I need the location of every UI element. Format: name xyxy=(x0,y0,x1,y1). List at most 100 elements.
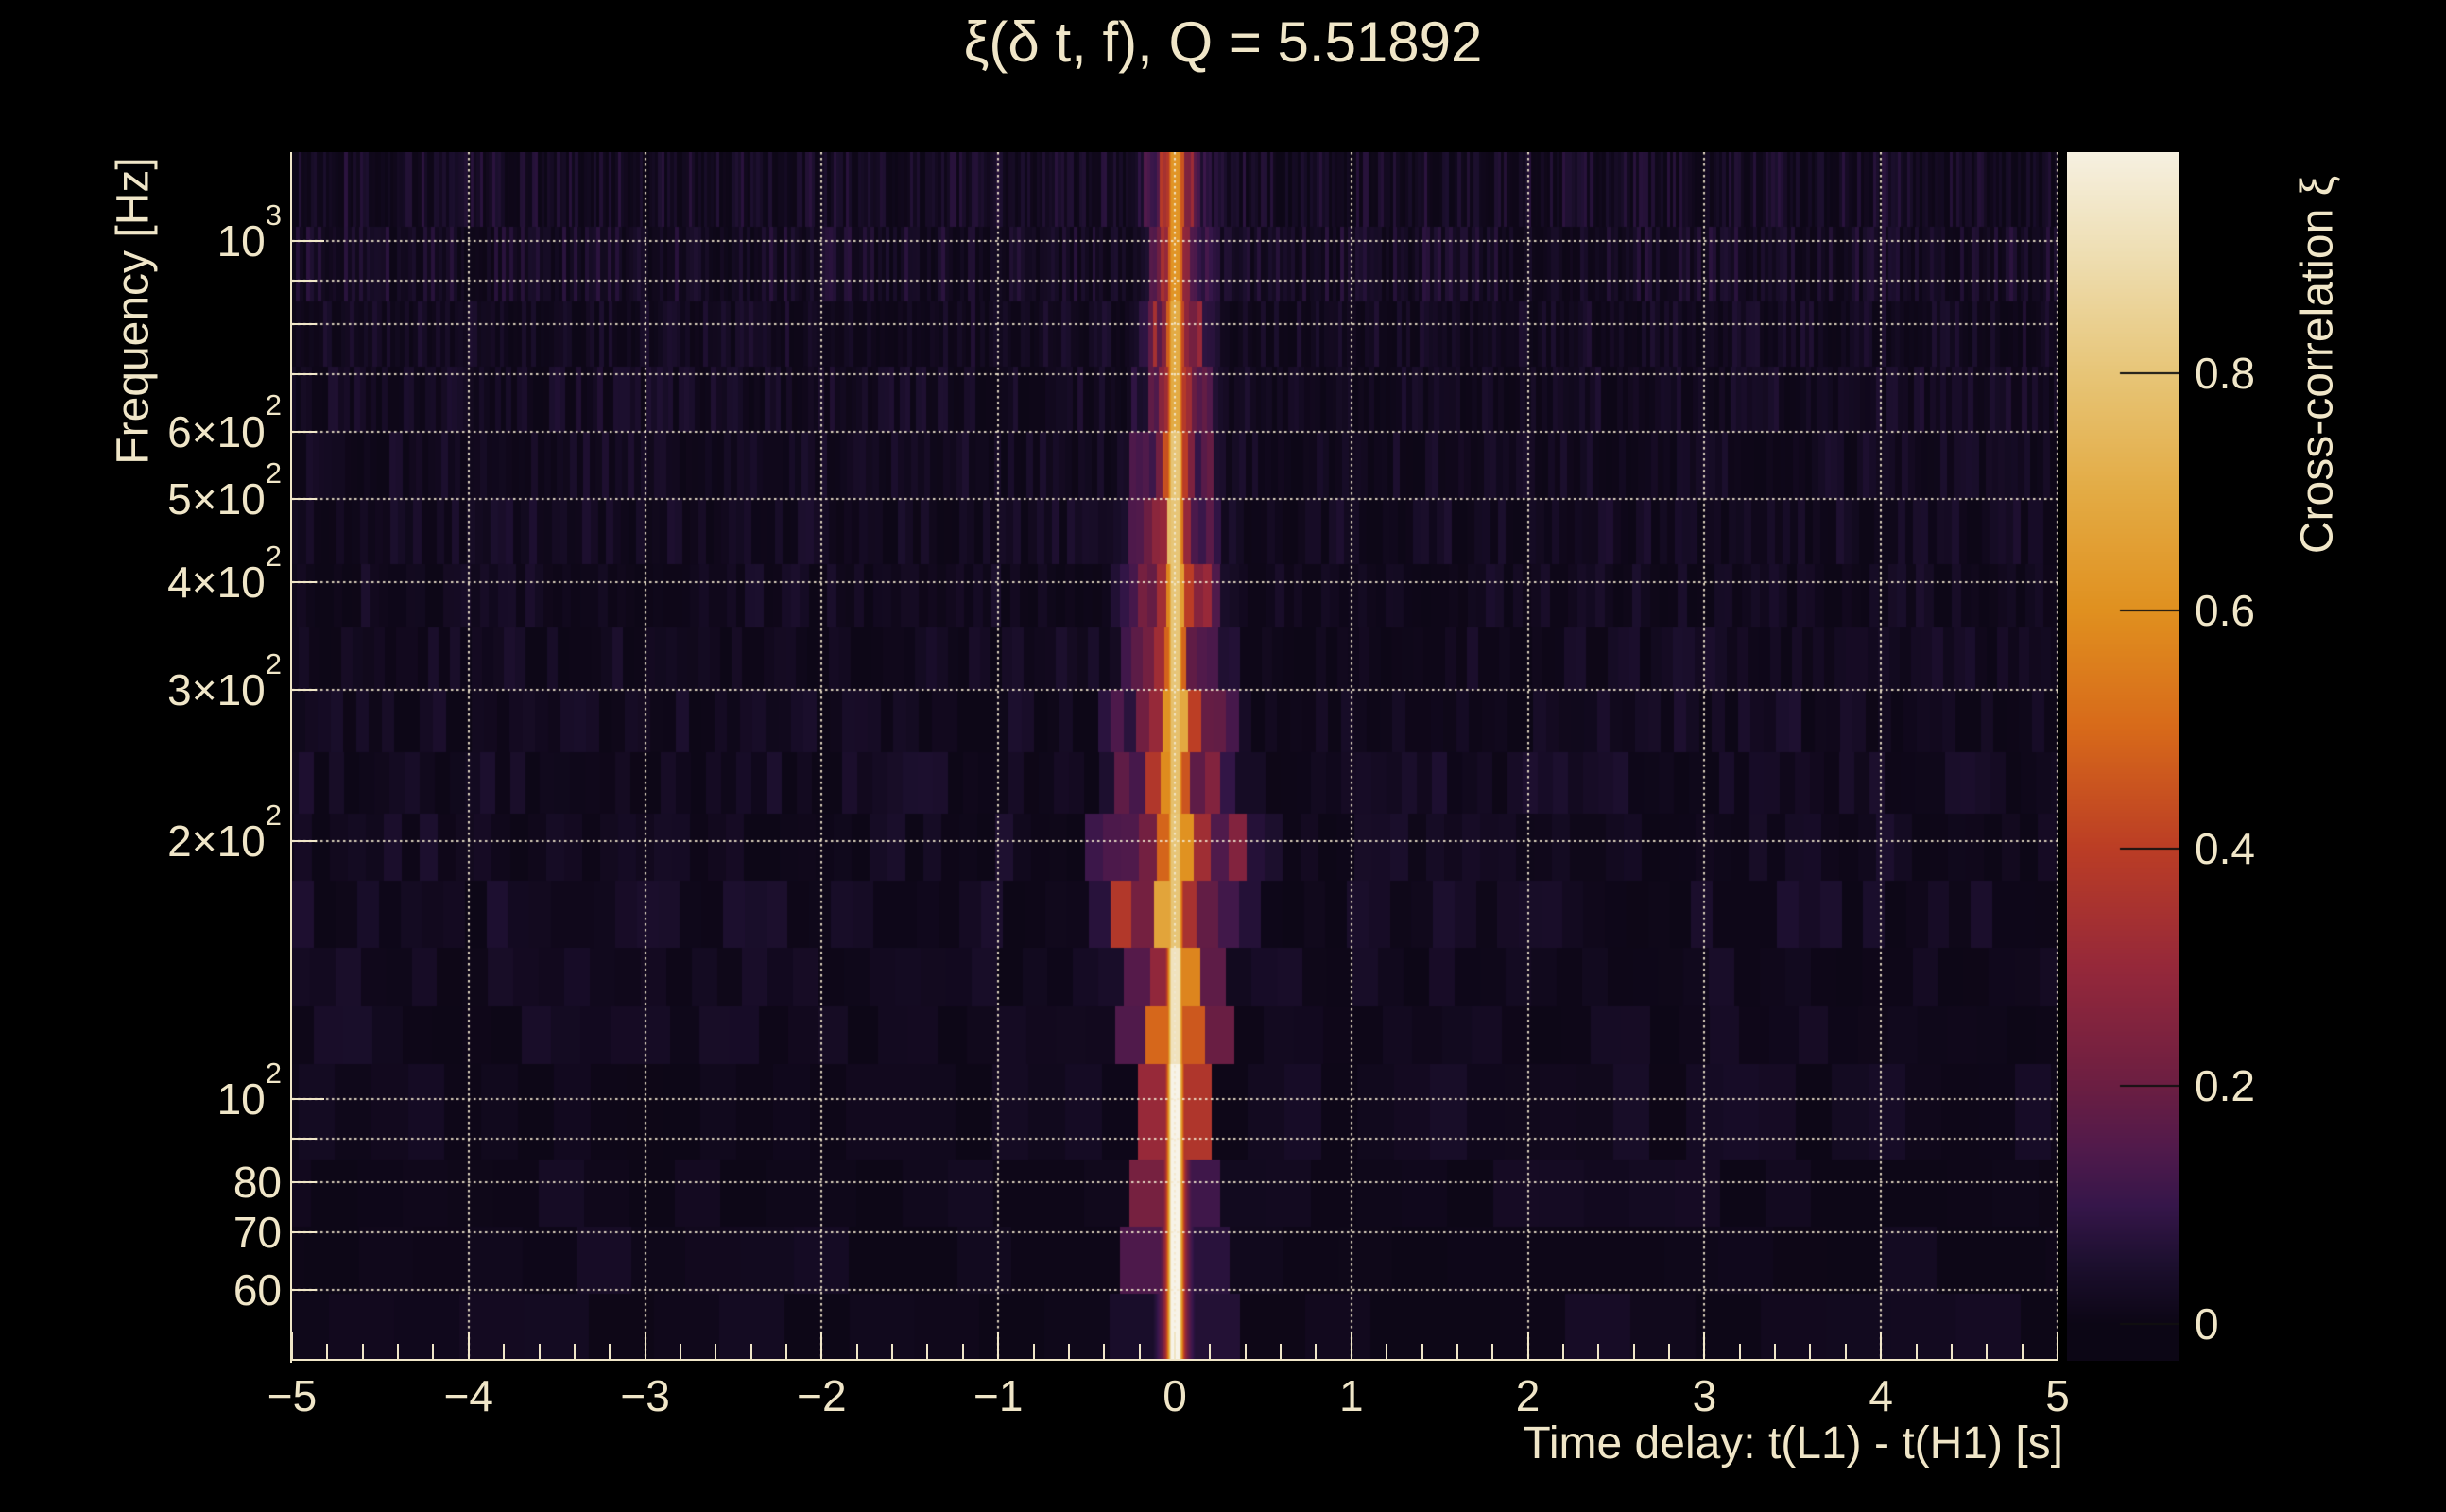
x-minor-tick xyxy=(1280,1344,1282,1359)
y-tick-label: 103 xyxy=(55,200,282,270)
y-minor-tick xyxy=(292,373,317,375)
y-minor-tick xyxy=(292,323,317,325)
colorbar-tick-label: 0 xyxy=(2195,1299,2219,1349)
x-minor-tick xyxy=(1845,1344,1847,1359)
x-minor-tick xyxy=(1068,1344,1070,1359)
x-minor-tick xyxy=(1986,1344,1988,1359)
x-minor-tick xyxy=(926,1344,928,1359)
x-minor-tick xyxy=(609,1344,611,1359)
x-major-tick xyxy=(1880,1332,1882,1359)
y-tick-label: 4×102 xyxy=(55,541,282,611)
x-minor-tick xyxy=(574,1344,576,1359)
x-minor-tick xyxy=(1668,1344,1670,1359)
y-tick-mantissa: 6×10 xyxy=(167,406,266,456)
x-major-tick xyxy=(468,1332,470,1359)
x-minor-tick xyxy=(1916,1344,1918,1359)
y-minor-tick xyxy=(292,581,317,583)
x-minor-tick xyxy=(1033,1344,1035,1359)
y-tick-mantissa: 70 xyxy=(233,1208,282,1258)
x-major-tick xyxy=(997,1332,999,1359)
x-major-tick xyxy=(820,1332,822,1359)
colorbar-tick-label: 0.2 xyxy=(2195,1061,2255,1111)
x-major-tick xyxy=(1703,1332,1705,1359)
y-tick-label: 102 xyxy=(55,1058,282,1128)
y-tick-mantissa: 3×10 xyxy=(167,664,266,714)
y-minor-tick xyxy=(292,431,317,433)
x-minor-tick xyxy=(1597,1344,1599,1359)
y-minor-tick xyxy=(292,1289,317,1291)
x-minor-tick xyxy=(715,1344,716,1359)
x-minor-tick xyxy=(1245,1344,1247,1359)
y-tick-mantissa: 5×10 xyxy=(167,474,266,524)
x-minor-tick xyxy=(539,1344,541,1359)
x-minor-tick xyxy=(1951,1344,1953,1359)
x-minor-tick xyxy=(1421,1344,1423,1359)
x-tick-label: 3 xyxy=(1692,1371,1717,1420)
y-tick-exponent: 2 xyxy=(265,456,282,490)
x-minor-tick xyxy=(397,1344,399,1359)
x-minor-tick xyxy=(891,1344,893,1359)
y-tick-mantissa: 10 xyxy=(216,215,266,266)
colorbar-title: Cross-correlation ξ xyxy=(2292,175,2343,555)
y-minor-tick xyxy=(292,840,317,842)
colorbar-canvas xyxy=(2067,152,2179,1361)
y-tick-mantissa: 2×10 xyxy=(167,816,266,866)
x-major-tick xyxy=(2057,1332,2058,1359)
y-tick-exponent: 3 xyxy=(265,198,282,232)
x-minor-tick xyxy=(362,1344,364,1359)
colorbar-tick-label: 0.8 xyxy=(2195,348,2255,398)
x-axis-line xyxy=(290,1359,2058,1361)
x-minor-tick xyxy=(962,1344,964,1359)
x-tick-label: 1 xyxy=(1339,1371,1364,1420)
x-minor-tick xyxy=(1491,1344,1493,1359)
y-tick-exponent: 2 xyxy=(265,540,282,574)
x-axis-title: Time delay: t(L1) - t(H1) [s] xyxy=(1523,1418,2063,1469)
x-major-tick xyxy=(1174,1332,1176,1359)
x-tick-label: 0 xyxy=(1163,1371,1187,1420)
y-tick-label: 6×102 xyxy=(55,390,282,461)
x-tick-label: 2 xyxy=(1515,1371,1541,1420)
y-minor-tick xyxy=(292,498,317,500)
x-minor-tick xyxy=(856,1344,858,1359)
y-minor-tick xyxy=(292,689,317,691)
x-minor-tick xyxy=(1774,1344,1776,1359)
y-tick-label: 60 xyxy=(55,1261,282,1319)
y-tick-label: 5×102 xyxy=(55,458,282,528)
x-tick-label: 5 xyxy=(2045,1371,2070,1420)
y-tick-exponent: 2 xyxy=(265,1057,282,1091)
y-tick-exponent: 2 xyxy=(265,646,282,680)
x-minor-tick xyxy=(750,1344,752,1359)
x-minor-tick xyxy=(326,1344,328,1359)
y-minor-tick xyxy=(292,1231,317,1233)
x-minor-tick xyxy=(1386,1344,1387,1359)
y-minor-tick xyxy=(292,1181,317,1183)
heatmap-canvas xyxy=(292,152,2058,1361)
colorbar-tick-label: 0.4 xyxy=(2195,823,2255,873)
x-tick-label: −1 xyxy=(973,1371,1024,1420)
x-minor-tick xyxy=(785,1344,787,1359)
x-tick-label: 4 xyxy=(1869,1371,1893,1420)
y-tick-label: 70 xyxy=(55,1203,282,1262)
y-tick-mantissa: 4×10 xyxy=(167,558,266,608)
x-tick-label: −5 xyxy=(267,1371,318,1420)
x-tick-label: −2 xyxy=(797,1371,847,1420)
x-minor-tick xyxy=(1633,1344,1635,1359)
x-tick-label: −3 xyxy=(620,1371,670,1420)
qscan-cross-correlation-figure: ξ(δ t, f), Q = 5.51892 Time delay: t(L1)… xyxy=(0,0,2446,1512)
y-tick-exponent: 2 xyxy=(265,388,282,422)
x-minor-tick xyxy=(1315,1344,1317,1359)
x-minor-tick xyxy=(680,1344,681,1359)
x-minor-tick xyxy=(1456,1344,1458,1359)
x-minor-tick xyxy=(1103,1344,1105,1359)
x-minor-tick xyxy=(2022,1344,2024,1359)
x-major-tick xyxy=(291,1332,293,1359)
x-minor-tick xyxy=(503,1344,505,1359)
y-major-tick xyxy=(292,240,324,242)
x-minor-tick xyxy=(1809,1344,1811,1359)
x-minor-tick xyxy=(1562,1344,1564,1359)
x-minor-tick xyxy=(1139,1344,1141,1359)
x-major-tick xyxy=(1351,1332,1352,1359)
y-major-tick xyxy=(292,1098,324,1100)
y-tick-mantissa: 80 xyxy=(233,1158,282,1208)
x-minor-tick xyxy=(1739,1344,1741,1359)
